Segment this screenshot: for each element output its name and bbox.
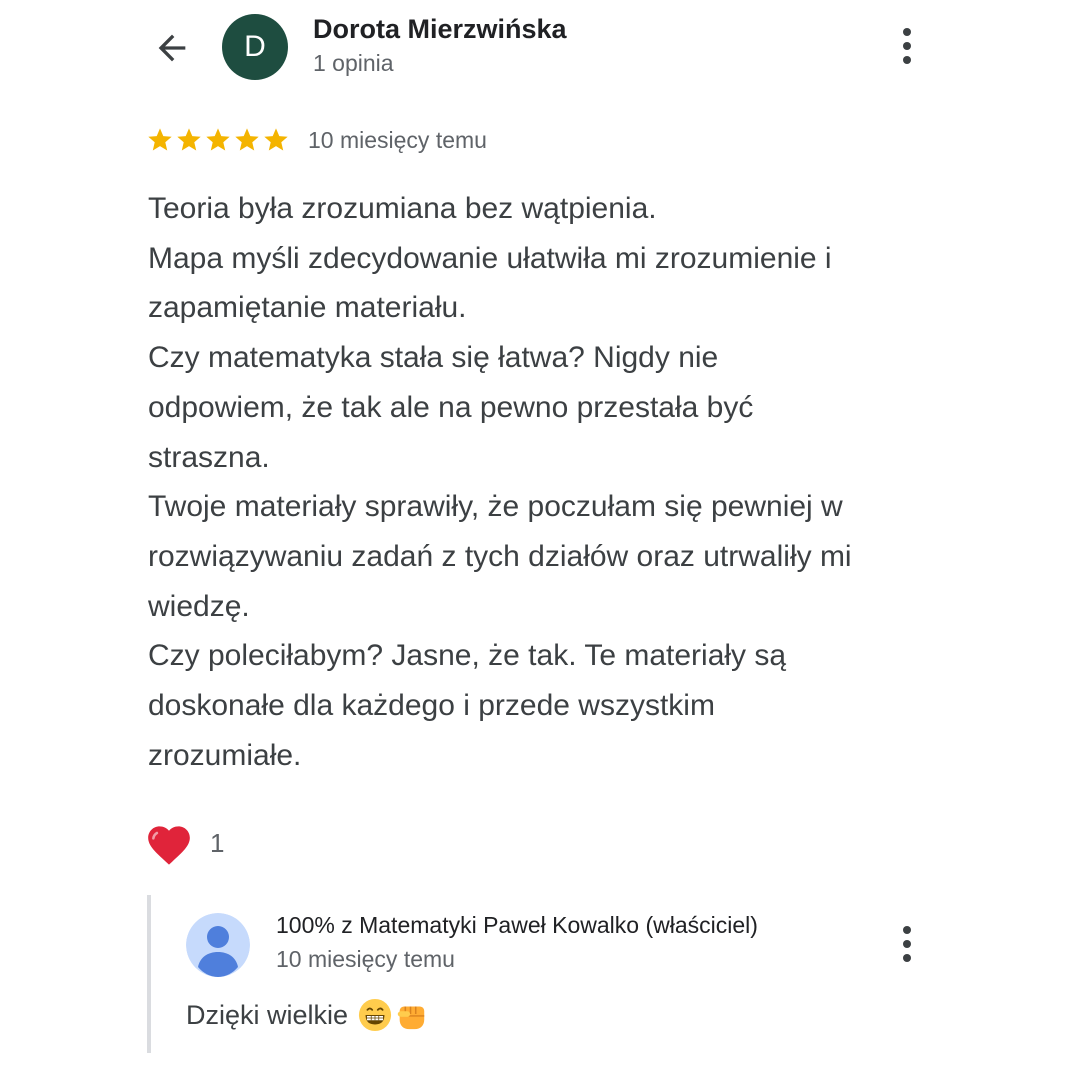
review-text-line: zrozumiałe. <box>148 738 302 772</box>
star-icon <box>206 128 230 151</box>
review-text-line: Czy matematyka stała się łatwa? Nigdy ni… <box>148 341 719 375</box>
review-text-line: odpowiem, że tak ale na pewno przestała … <box>148 390 754 424</box>
review-text-line: Twoje materiały sprawiły, że poczułam si… <box>148 490 843 524</box>
review-text-line: Teoria była zrozumiana bez wątpienia. <box>148 192 657 225</box>
author-avatar-initial: D <box>244 30 266 63</box>
author-avatar[interactable]: D <box>222 14 288 80</box>
star-icon <box>148 128 172 151</box>
more-options-button[interactable] <box>887 22 927 70</box>
owner-name[interactable]: 100% z Matematyki Paweł Kowalko (właścic… <box>276 912 758 939</box>
person-avatar-icon <box>186 913 250 977</box>
more-vert-icon-dot <box>903 954 911 962</box>
star-icon <box>264 128 288 151</box>
back-button[interactable] <box>148 24 196 72</box>
more-vert-icon-dot <box>903 42 911 50</box>
review-text-line: doskonałe dla każdego i przede wszystkim <box>148 689 715 723</box>
review-text-line: wiedzę. <box>148 589 250 623</box>
more-vert-icon <box>903 28 911 36</box>
rating-row: 10 miesięcy temu <box>146 126 487 154</box>
star-icon <box>177 128 201 151</box>
review-text-line: rozwiązywaniu zadań z tych działów oraz … <box>148 539 852 573</box>
review-text: Teoria była zrozumiana bez wątpienia. Map… <box>148 184 948 780</box>
reply-time: 10 miesięcy temu <box>276 946 455 972</box>
review-text-line: zapamiętanie materiału. <box>148 291 467 325</box>
owner-avatar[interactable] <box>186 913 250 977</box>
reply-divider <box>147 895 151 1053</box>
arrow-back-icon <box>158 34 186 62</box>
reply-more-options-button[interactable] <box>887 920 927 968</box>
like-reaction-button[interactable]: 1 <box>144 820 224 866</box>
reply-text-content: Dzięki wielkie <box>186 999 349 1030</box>
star-rating <box>146 126 290 154</box>
more-vert-icon-dot <box>903 56 911 64</box>
grinning-face-icon <box>358 998 392 1032</box>
review-text-line: straszna. <box>148 440 270 474</box>
author-review-count: 1 opinia <box>313 50 394 76</box>
more-vert-icon <box>903 926 911 934</box>
review-detail-page: D Dorota Mierzwińska 1 opinia 10 miesięc… <box>0 0 1080 1080</box>
fist-icon <box>397 1006 425 1030</box>
star-icon <box>235 128 259 151</box>
review-text-line: Mapa myśli zdecydowanie ułatwiła mi zroz… <box>148 241 832 275</box>
reaction-count: 1 <box>210 827 225 858</box>
review-time: 10 miesięcy temu <box>308 126 487 153</box>
review-text-line: Czy poleciłabym? Jasne, że tak. Te mater… <box>148 639 787 673</box>
heart-icon <box>148 826 190 865</box>
reply-text: Dzięki wielkie <box>186 998 428 1032</box>
more-vert-icon-dot <box>903 940 911 948</box>
author-name[interactable]: Dorota Mierzwińska <box>313 14 567 45</box>
